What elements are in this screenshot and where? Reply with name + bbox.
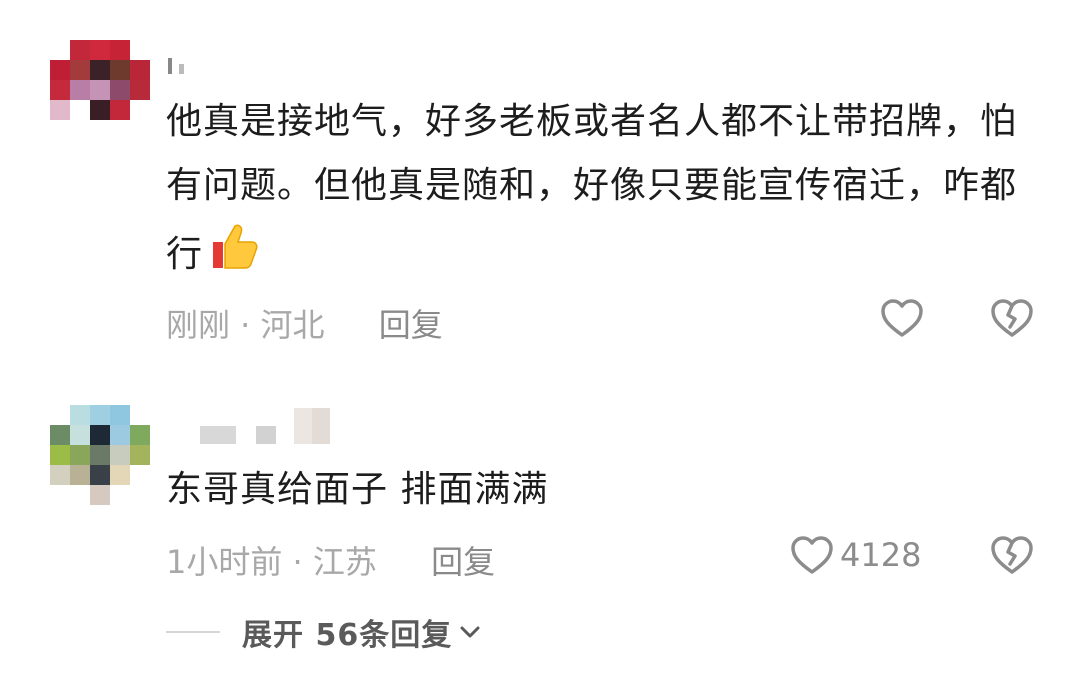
divider (166, 631, 220, 633)
expand-replies-label: 展开 56条回复 (242, 618, 453, 653)
broken-heart-icon (990, 297, 1034, 339)
avatar[interactable] (50, 40, 150, 140)
like-button[interactable]: 4128 (790, 534, 921, 576)
comment-text-body: 东哥真给面子 排面满满 (166, 469, 549, 510)
heart-outline-icon (790, 534, 834, 576)
time-location: 1小时前 · 江苏 (166, 543, 377, 581)
heart-outline-icon (880, 297, 924, 339)
avatar-pixelated (50, 40, 150, 140)
expand-replies-button[interactable]: 展开 56条回复 (166, 610, 482, 654)
avatar[interactable] (50, 405, 150, 505)
comment-meta: 1小时前 · 江苏 回复 (166, 537, 495, 583)
reply-button[interactable]: 回复 (431, 543, 495, 581)
thumbs-up-emoji (205, 218, 261, 295)
like-button[interactable] (880, 297, 924, 339)
comment-text-body: 他真是接地气，好多老板或者名人都不让带招牌，怕有问题。但他真是随和，好像只要能宣… (166, 101, 1018, 275)
comment-text: 东哥真给面子 排面满满 (166, 458, 1036, 522)
comment-text: 他真是接地气，好多老板或者名人都不让带招牌，怕有问题。但他真是随和，好像只要能宣… (166, 90, 1036, 295)
dislike-button[interactable] (990, 297, 1034, 339)
username-obscured[interactable] (168, 48, 185, 78)
like-count: 4128 (840, 536, 922, 574)
time-location: 刚刚 · 河北 (166, 306, 325, 344)
dislike-button[interactable] (990, 534, 1034, 576)
chevron-down-icon (458, 620, 482, 644)
broken-heart-icon (990, 534, 1034, 576)
reply-button[interactable]: 回复 (379, 306, 443, 344)
avatar-pixelated (50, 405, 150, 505)
comment-meta: 刚刚 · 河北 回复 (166, 300, 443, 346)
